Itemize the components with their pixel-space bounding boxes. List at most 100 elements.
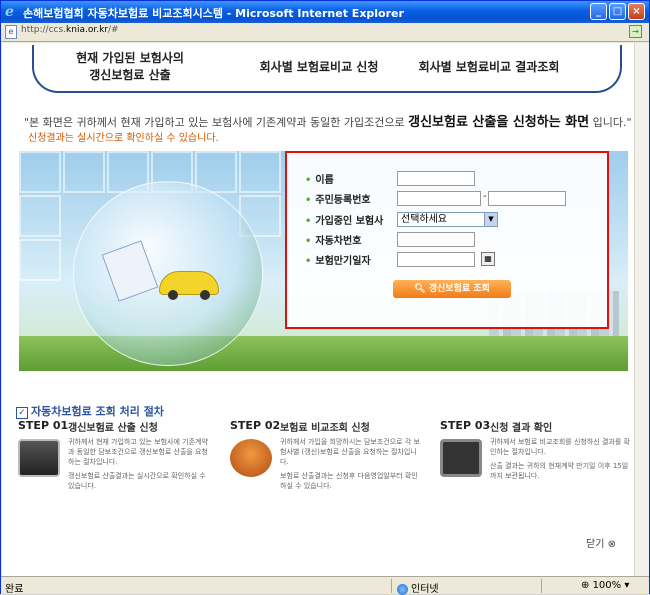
intro-lead: "본 화면은 귀하께서 현재 가입하고 있는 보험사에 기존계약과 동일한 가입… [24,116,405,129]
close-button[interactable]: × [628,3,645,20]
intro-emphasis: 갱신보험료 산출을 신청하는 화면 [408,115,590,130]
expiry-row: • 보험만기일자 [305,252,371,268]
expiry-date-input[interactable] [397,252,475,267]
intro-tail: 입니다." [592,116,632,129]
close-circle-icon: ⊗ [607,539,616,550]
url-domain: knia.or.kr [66,25,108,35]
process-title-text: 자동차보험료 조회 처리 절차 [31,405,164,418]
renewal-premium-button-label: 갱신보험료 조회 [428,284,490,294]
zoom-level: 100% [592,580,622,591]
zone-label: 인터넷 [411,584,439,595]
step-desc-line: 산출 결과는 귀하의 현재계약 만기일 이후 15일까지 보관됩니다. [490,462,629,480]
browser-window: e 손해보험협회 자동차보험료 비교조회시스템 - Microsoft Inte… [0,0,650,595]
company-row: • 가입중인 보험사 [305,212,383,228]
url-prefix: http://ccs. [21,25,67,35]
laptop-icon [18,439,60,477]
magnifier-icon: ⊕ [581,580,593,591]
process-title: ✓ 자동차보험료 조회 처리 절차 [16,403,164,419]
sky-tile [239,151,281,193]
step-card: STEP 03 신청 결과 확인 귀하께서 보험료 비교조회를 신청하신 결과를… [434,419,634,529]
step-label: 갱신보험료 산출 신청 [68,423,158,434]
status-divider [541,579,542,593]
step-desc-line: 보험료 산출결과는 신청후 다음영업일부터 확인하실 수 있습니다. [280,472,418,490]
step-desc-line: 갱신보험료 산출결과는 실시간으로 확인하실 수 있습니다. [68,472,206,490]
security-zone: 인터넷 [397,580,439,595]
sky-tile [63,151,105,193]
sky-tile [19,195,61,237]
step-label: 보험료 비교조회 신청 [280,423,370,434]
rrn-label: 주민등록번호 [315,195,371,206]
step-desc-line: 귀하께서 가입을 희망하시는 담보조건으로 각 보험사별 (갱신)보험료 산출을… [280,438,420,466]
device-icon [440,439,482,477]
check-icon: ✓ [16,407,28,419]
address-bar[interactable]: e http://ccs.knia.or.kr/# → [1,23,649,42]
go-icon[interactable]: → [629,25,642,38]
step-desc-line: 귀하께서 보험료 비교조회를 신청하신 결과를 확인하는 절차입니다. [490,438,630,456]
tab-compare-result[interactable]: 회사별 보험료비교 결과조회 [414,59,564,76]
zoom-control[interactable]: ⊕ 100% ▾ [581,580,629,591]
rrn-row: • 주민등록번호 [305,191,371,207]
status-divider [391,579,392,593]
step-label: 신청 결과 확인 [490,423,553,434]
insurer-select-value: 선택하세요 [401,214,447,225]
tab-renewal-line1: 현재 가입된 보험사의 [76,51,184,65]
rrn-back-input[interactable] [488,191,566,206]
minimize-button[interactable]: _ [590,3,607,20]
intro-text: "본 화면은 귀하께서 현재 가입하고 있는 보험사에 기존계약과 동일한 가입… [24,111,632,130]
chevron-down-icon[interactable]: ▼ [484,213,497,226]
search-icon: 🔍︎ [414,284,429,294]
step-number: STEP 02 [230,419,281,432]
globe-icon [397,583,408,595]
ie-logo-icon: e [5,4,14,20]
tab-compare-request[interactable]: 회사별 보험료비교 신청 [254,59,384,76]
close-link[interactable]: 닫기 ⊗ [586,535,616,550]
step-desc-line: 귀하께서 현재 가입하고 있는 보험사에 기존계약과 동일한 담보조건으로 갱신… [68,438,208,466]
page-viewport: 현재 가입된 보험사의 갱신보험료 산출 회사별 보험료비교 신청 회사별 보험… [2,43,634,576]
step-card: STEP 01 갱신보험료 산출 신청 귀하께서 현재 가입하고 있는 보험사에… [12,419,212,529]
bullet-icon: • [305,216,312,227]
car-number-label: 자동차번호 [315,236,362,247]
url-suffix: /# [107,25,119,35]
tab-renewal-line2: 갱신보험료 산출 [89,68,171,82]
process-section: ✓ 자동차보험료 조회 처리 절차 STEP 01 갱신보험료 산출 신청 귀하께… [2,395,634,550]
step-number: STEP 01 [18,419,69,432]
name-row: • 이름 [305,171,334,187]
status-bar: 완료 인터넷 ⊕ 100% ▾ [1,576,649,595]
intro-note: 신청결과는 실시간으로 확인하실 수 있습니다. [28,133,219,144]
name-label: 이름 [315,175,334,186]
vertical-scrollbar[interactable] [634,43,649,576]
bullet-icon: • [305,256,312,267]
car-number-input[interactable] [397,232,475,247]
title-bar[interactable]: e 손해보험협회 자동차보험료 비교조회시스템 - Microsoft Inte… [1,1,649,23]
car-illustration [159,271,219,300]
step-card: STEP 02 보험료 비교조회 신청 귀하께서 가입을 희망하시는 담보조건으… [224,419,424,529]
sky-tile [19,239,61,281]
calendar-icon[interactable]: ▦ [481,252,495,266]
page-icon: e [5,25,17,39]
rrn-separator: - [483,191,487,202]
piggy-bank-icon [230,439,272,477]
sky-tile [19,151,61,193]
bullet-icon: • [305,195,312,206]
window-title: 손해보험협회 자동차보험료 비교조회시스템 - Microsoft Intern… [23,7,404,20]
bullet-icon: • [305,236,312,247]
maximize-button[interactable]: □ [609,3,626,20]
name-input[interactable] [397,171,475,186]
tab-renewal-premium[interactable]: 현재 가입된 보험사의 갱신보험료 산출 [70,50,190,84]
renewal-premium-button[interactable]: 🔍︎ 갱신보험료 조회 [393,280,511,298]
step-number: STEP 03 [440,419,491,432]
step-description: 귀하께서 현재 가입하고 있는 보험사에 기존계약과 동일한 담보조건으로 갱신… [68,437,208,495]
url-text[interactable]: http://ccs.knia.or.kr/# [21,25,119,35]
car-number-row: • 자동차번호 [305,232,361,248]
insurer-select[interactable]: 선택하세요 ▼ [397,212,498,227]
company-label: 가입중인 보험사 [315,216,384,227]
expiry-label: 보험만기일자 [315,256,371,267]
renewal-form: • 이름 • 주민등록번호 - • 가입중인 보험사 선택하세요 ▼ • 자동차번호 • 보… [285,151,609,329]
close-link-label: 닫기 [586,539,605,550]
rrn-front-input[interactable] [397,191,481,206]
main-nav: 현재 가입된 보험사의 갱신보험료 산출 회사별 보험료비교 신청 회사별 보험… [32,45,622,93]
step-description: 귀하께서 가입을 희망하시는 담보조건으로 각 보험사별 (갱신)보험료 산출을… [280,437,420,495]
bullet-icon: • [305,175,312,186]
status-text: 완료 [5,584,24,595]
step-description: 귀하께서 보험료 비교조회를 신청하신 결과를 확인하는 절차입니다. 산출 결… [490,437,630,485]
